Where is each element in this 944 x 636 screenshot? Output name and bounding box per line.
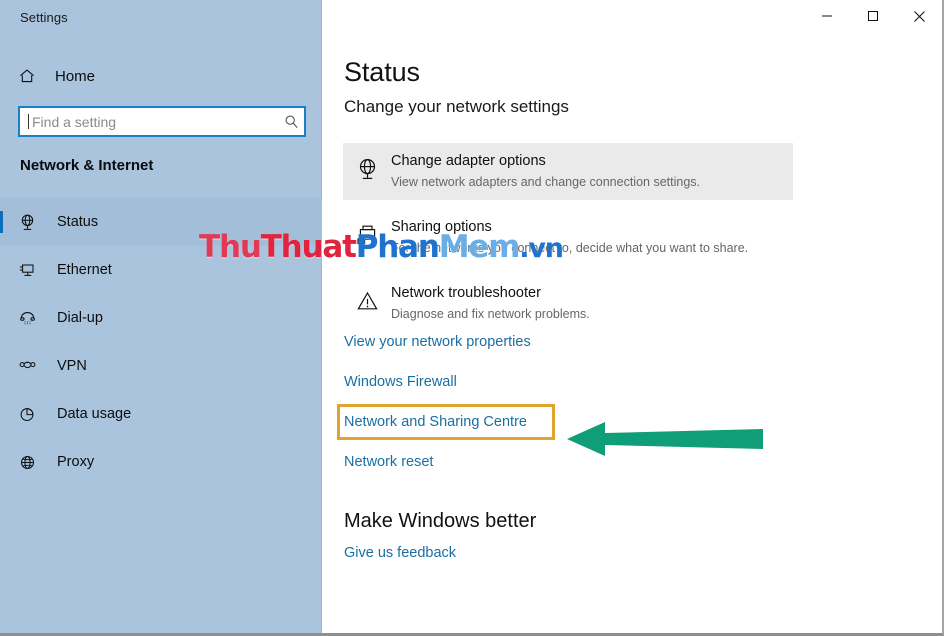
close-button[interactable] — [896, 0, 942, 32]
sidebar-item-vpn[interactable]: VPN — [0, 342, 322, 390]
sidebar-nav: Status Ethernet Dial-up VPN Data usage P… — [0, 198, 322, 486]
sidebar-item-dial-up[interactable]: Dial-up — [0, 294, 322, 342]
sidebar-item-status-label: Status — [57, 214, 99, 230]
page-title: Status — [344, 57, 420, 87]
sidebar-item-home[interactable]: Home — [0, 60, 322, 92]
sidebar-item-status[interactable]: Status — [0, 198, 322, 246]
sidebar-item-ethernet[interactable]: Ethernet — [0, 246, 322, 294]
monitor-icon — [18, 259, 44, 281]
sidebar-item-ethernet-label: Ethernet — [57, 262, 112, 278]
search-box[interactable] — [18, 106, 306, 137]
sidebar-item-data-usage[interactable]: Data usage — [0, 390, 322, 438]
minimize-button[interactable] — [804, 0, 850, 32]
home-icon — [18, 66, 46, 86]
sidebar-item-proxy[interactable]: Proxy — [0, 438, 322, 486]
sidebar-item-proxy-label: Proxy — [57, 454, 95, 470]
sidebar: Settings Home Network & Internet — [0, 0, 322, 633]
footer-heading: Make Windows better — [344, 510, 537, 532]
telephone-icon — [18, 307, 44, 329]
sidebar-section-title: Network & Internet — [20, 157, 154, 174]
settings-window: Settings Home Network & Internet — [0, 0, 944, 636]
globe-stand-icon — [18, 211, 44, 233]
link-network-and-sharing-centre[interactable]: Network and Sharing Centre — [344, 414, 527, 430]
option-change-adapter-options[interactable]: Change adapter options View network adap… — [343, 143, 793, 200]
link-give-us-feedback[interactable]: Give us feedback — [344, 545, 456, 561]
option-description: For the networks you connect to, decide … — [391, 241, 749, 255]
page-subtitle: Change your network settings — [344, 97, 569, 116]
option-title: Change adapter options — [391, 153, 546, 169]
sidebar-item-home-label: Home — [55, 67, 96, 85]
window-controls — [804, 0, 942, 32]
main-content: Status Change your network settings Chan… — [322, 0, 942, 633]
vpn-icon — [18, 355, 44, 377]
option-network-troubleshooter[interactable]: Network troubleshooter Diagnose and fix … — [343, 275, 793, 332]
maximize-button[interactable] — [850, 0, 896, 32]
warning-triangle-icon — [355, 284, 391, 319]
search-icon[interactable] — [278, 114, 304, 129]
option-description: View network adapters and change connect… — [391, 175, 700, 189]
globe-icon — [18, 451, 44, 473]
option-sharing-options[interactable]: Sharing options For the networks you con… — [343, 209, 793, 266]
sidebar-item-dial-up-label: Dial-up — [57, 310, 103, 326]
option-title: Sharing options — [391, 219, 492, 235]
pie-chart-icon — [18, 403, 44, 425]
globe-stand-icon — [355, 152, 391, 187]
link-network-reset[interactable]: Network reset — [344, 454, 433, 470]
sidebar-item-data-usage-label: Data usage — [57, 406, 132, 422]
link-windows-firewall[interactable]: Windows Firewall — [344, 374, 457, 390]
sharing-printer-icon — [355, 218, 391, 253]
sidebar-item-vpn-label: VPN — [57, 358, 87, 374]
search-input[interactable] — [29, 113, 278, 130]
option-title: Network troubleshooter — [391, 285, 541, 301]
window-title: Settings — [20, 10, 68, 25]
option-description: Diagnose and fix network problems. — [391, 307, 590, 321]
link-view-your-network-properties[interactable]: View your network properties — [344, 334, 531, 350]
